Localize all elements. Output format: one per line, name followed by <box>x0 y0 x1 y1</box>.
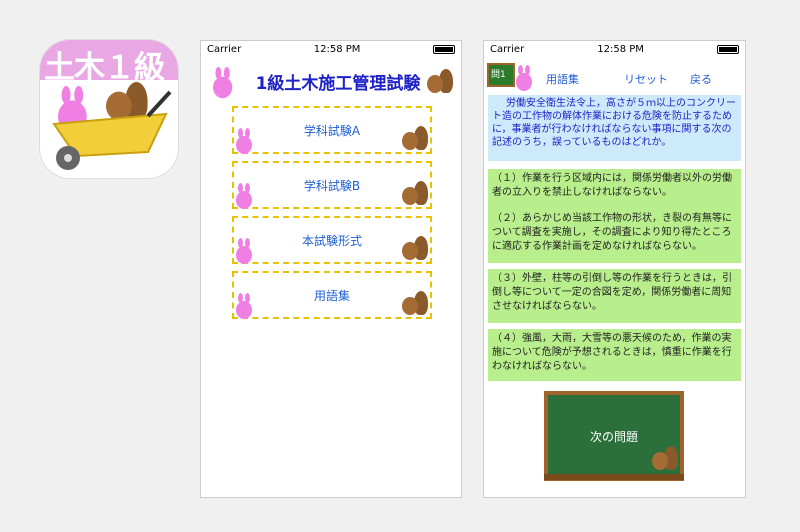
reset-link[interactable]: リセット <box>624 71 668 87</box>
menu-button-label: 学科試験A <box>303 123 361 138</box>
bunny-icon <box>236 293 252 319</box>
squirrel-icon <box>402 126 428 152</box>
answer-option-2[interactable]: （２）あらかじめ当該工作物の形状，き裂の有無等について調査を実施し，その調査によ… <box>488 209 741 263</box>
menu-button-exam-a[interactable]: 学科試験A <box>232 106 432 154</box>
bunny-icon <box>516 65 532 91</box>
squirrel-icon <box>652 446 678 472</box>
menu-button-label: 用語集 <box>313 288 350 303</box>
back-link[interactable]: 戻る <box>690 71 712 87</box>
battery-icon <box>432 44 455 54</box>
status-bar: Carrier 12:58 PM <box>484 41 745 57</box>
menu-button-label: 本試験形式 <box>301 233 362 248</box>
menu-button-exam-b[interactable]: 学科試験B <box>232 161 432 209</box>
clock-label: 12:58 PM <box>597 43 644 55</box>
question-number-badge: 問1 <box>487 63 515 87</box>
glossary-link[interactable]: 用語集 <box>546 71 579 87</box>
next-question-label: 次の問題 <box>589 429 638 444</box>
question-nav-bar: 問1 用語集 リセット 戻る <box>484 57 745 95</box>
bunny-icon <box>213 67 233 99</box>
app-icon: 土木１級 <box>40 40 178 178</box>
chalkboard-ledge <box>544 474 684 480</box>
clock-label: 12:58 PM <box>313 43 361 55</box>
question-number: 問1 <box>491 70 506 80</box>
bunny-icon <box>236 128 252 154</box>
page-title: 1級土木施工管理試験 <box>201 57 461 105</box>
page-title-text: 1級土木施工管理試験 <box>255 73 421 94</box>
carrier-label: Carrier <box>207 43 242 55</box>
squirrel-icon <box>427 69 453 95</box>
answer-option-3[interactable]: （３）外壁，柱等の引倒し等の作業を行うときは，引倒し等について一定の合図を定め，… <box>488 269 741 323</box>
squirrel-icon <box>402 181 428 207</box>
squirrel-icon <box>402 291 428 317</box>
answer-option-4[interactable]: （４）強風，大雨，大雪等の悪天候のため，作業の実施について危険が予想されるときは… <box>488 329 741 381</box>
status-bar: Carrier 12:58 PM <box>201 41 461 57</box>
question-text: 労働安全衛生法令上，高さが５ｍ以上のコンクリート造の工作物の解体作業における危険… <box>488 95 741 161</box>
phone-screen-question: Carrier 12:58 PM 問1 用語集 リセット 戻る 労働安全衛生法令… <box>483 40 746 498</box>
squirrel-icon <box>402 236 428 262</box>
wheelbarrow-icon <box>52 90 172 170</box>
phone-screen-menu: Carrier 12:58 PM 1級土木施工管理試験 学科試験A 学科試験B … <box>200 40 462 498</box>
bunny-icon <box>236 183 252 209</box>
menu-button-glossary[interactable]: 用語集 <box>232 271 432 319</box>
menu-button-mock-exam[interactable]: 本試験形式 <box>232 216 432 264</box>
carrier-label: Carrier <box>490 43 525 55</box>
bunny-icon <box>236 238 252 264</box>
menu-button-label: 学科試験B <box>303 178 361 193</box>
battery-icon <box>716 44 739 54</box>
